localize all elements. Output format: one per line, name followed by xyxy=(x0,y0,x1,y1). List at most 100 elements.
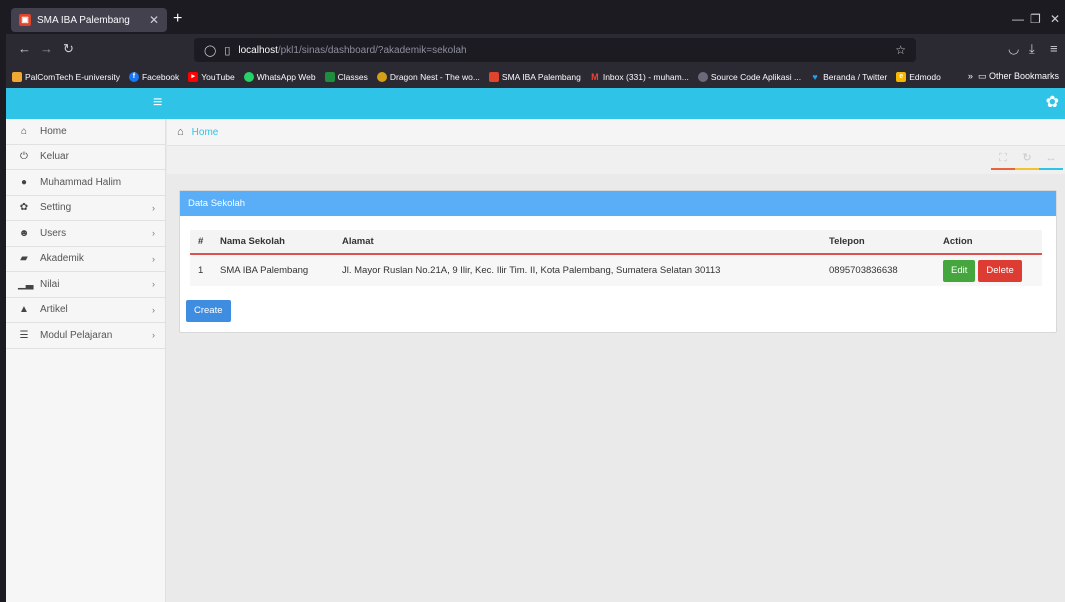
cell-nama-sekolah: SMA IBA Palembang xyxy=(212,254,334,286)
bookmark-item[interactable]: SMA IBA Palembang xyxy=(488,72,581,82)
sidebar-item-home[interactable]: ⌂ Home xyxy=(6,119,165,145)
create-button[interactable]: Create xyxy=(186,300,231,322)
list-icon: ☰ xyxy=(19,329,29,341)
bookmark-item[interactable]: e Edmodo xyxy=(896,72,941,82)
source-code-icon xyxy=(697,72,708,82)
window-close-icon[interactable]: ✕ xyxy=(1050,12,1060,26)
bookmark-item[interactable]: Dragon Nest - The wo... xyxy=(376,72,480,82)
chevron-right-icon: › xyxy=(152,228,155,238)
sidebar-item-akademik[interactable]: ▰ Akademik › xyxy=(6,247,165,272)
cell-telepon: 0895703836638 xyxy=(821,254,935,286)
cell-alamat: Jl. Mayor Ruslan No.21A, 9 Ilir, Kec. Il… xyxy=(334,254,821,286)
twitter-icon: ♥ xyxy=(812,72,818,82)
sma-iba-favicon-icon: ▣ xyxy=(19,14,31,26)
breadcrumb: ⌂ Home xyxy=(167,119,1065,146)
sidebar-item-users[interactable]: ☻ Users › xyxy=(6,221,165,247)
reload-icon[interactable]: ↻ xyxy=(63,42,74,56)
thumbs-up-icon: ▲ xyxy=(19,304,29,316)
sidebar-item-modul-pelajaran[interactable]: ☰ Modul Pelajaran › xyxy=(6,323,165,349)
data-sekolah-panel: Data Sekolah # Nama Sekolah Alamat Telep… xyxy=(179,190,1057,333)
delete-button[interactable]: Delete xyxy=(978,259,1022,282)
tab-close-icon[interactable]: ✕ xyxy=(149,13,159,27)
chevron-right-icon: › xyxy=(152,202,155,213)
new-tab-button[interactable]: + xyxy=(173,11,182,27)
sidebar-item-setting[interactable]: ✿ Setting › xyxy=(6,196,165,221)
youtube-icon: ▸ xyxy=(188,72,199,82)
page-subheader: ⛶ ↻ ↔ xyxy=(167,146,1065,174)
page-icon: ▯ xyxy=(224,44,231,57)
bookmark-item[interactable]: f Facebook xyxy=(128,72,179,82)
web-page: ≡ ✿ ⌂ Home ⏻ Keluar ● Muhammad Halim ✿ Setti… xyxy=(6,88,1065,602)
chevron-right-icon: › xyxy=(152,304,155,315)
minimize-icon[interactable]: — xyxy=(1012,12,1024,26)
bookmark-item[interactable]: Classes xyxy=(324,72,368,82)
pocket-icon[interactable]: ◡ xyxy=(1008,42,1019,56)
signal-icon: ▁▃ xyxy=(18,278,34,290)
gmail-icon: M xyxy=(591,72,599,82)
sidebar-item-artikel[interactable]: ▲ Artikel › xyxy=(6,298,165,323)
nav-bar: ← → ↻ ◯ ▯ localhost/pkl1/sinas/dashboard… xyxy=(6,34,1065,66)
sidebar-item-keluar[interactable]: ⏻ Keluar xyxy=(6,145,165,170)
panel-title: Data Sekolah xyxy=(180,191,1056,216)
column-header: Nama Sekolah xyxy=(212,230,334,255)
bookmark-item[interactable]: PalComTech E-university xyxy=(12,72,120,82)
bookmark-item[interactable]: ▸ YouTube xyxy=(188,72,235,82)
facebook-icon: f xyxy=(128,72,139,82)
chevron-right-icon: › xyxy=(152,330,155,340)
shield-icon[interactable]: ◯ xyxy=(204,44,216,57)
cell-action: Edit Delete xyxy=(935,254,1042,286)
bookmark-item[interactable]: Source Code Aplikasi ... xyxy=(697,72,801,82)
sidebar-item-nilai[interactable]: ▁▃ Nilai › xyxy=(6,272,165,298)
edit-button[interactable]: Edit xyxy=(943,259,976,282)
sma-iba-icon xyxy=(488,72,499,82)
column-header: Telepon xyxy=(821,230,935,255)
user-icon: ● xyxy=(20,176,28,188)
dragon-nest-icon xyxy=(376,72,387,82)
bookmarks-bar: PalComTech E-university f Facebook ▸ YouTu… xyxy=(6,66,1065,88)
tab-title: SMA IBA Palembang xyxy=(37,14,130,26)
url-bar[interactable]: ◯ ▯ localhost/pkl1/sinas/dashboard/?akad… xyxy=(194,38,916,62)
home-icon: ⌂ xyxy=(20,125,28,137)
hamburger-menu-icon[interactable]: ≡ xyxy=(153,94,162,112)
whatsapp-icon xyxy=(243,72,254,82)
users-icon: ☻ xyxy=(18,227,30,239)
restore-icon[interactable]: ❐ xyxy=(1030,12,1041,26)
power-icon: ⏻ xyxy=(20,151,28,163)
cell-no: 1 xyxy=(190,254,212,286)
table-header-row: # Nama Sekolah Alamat Telepon Action xyxy=(190,230,1042,255)
folder-icon: ▭ xyxy=(977,71,987,81)
download-icon[interactable]: ⤓ xyxy=(1029,42,1035,56)
bookmark-item[interactable]: WhatsApp Web xyxy=(243,72,316,82)
collapse-icon[interactable]: ↔ xyxy=(1039,152,1063,170)
app-topbar: ≡ ✿ xyxy=(6,88,1065,119)
column-header: Action xyxy=(935,230,1042,255)
sekolah-table: # Nama Sekolah Alamat Telepon Action 1 S… xyxy=(190,230,1042,286)
breadcrumb-home-link[interactable]: Home xyxy=(192,127,219,138)
fullscreen-icon[interactable]: ⛶ xyxy=(991,152,1015,170)
settings-gear-icon[interactable]: ✿ xyxy=(1046,94,1059,112)
refresh-icon[interactable]: ↻ xyxy=(1015,152,1039,170)
tab-strip: ▣ SMA IBA Palembang ✕ + — ❐ ✕ xyxy=(6,6,1065,34)
bookmark-item[interactable]: M Inbox (331) - muham... xyxy=(590,72,689,82)
chevron-right-icon: › xyxy=(152,253,155,264)
home-icon: ⌂ xyxy=(177,126,184,138)
back-icon[interactable]: ← xyxy=(18,42,31,56)
edmodo-icon: e xyxy=(896,72,907,82)
browser-tab[interactable]: ▣ SMA IBA Palembang ✕ xyxy=(11,8,167,32)
column-header: Alamat xyxy=(334,230,821,255)
url-text: localhost/pkl1/sinas/dashboard/?akademik… xyxy=(238,44,467,56)
bookmark-item[interactable]: ♥ Beranda / Twitter xyxy=(810,72,887,82)
browser-window: ▣ SMA IBA Palembang ✕ + — ❐ ✕ ← → ↻ ◯ ▯ … xyxy=(6,6,1065,602)
table-row: 1 SMA IBA Palembang Jl. Mayor Ruslan No.… xyxy=(190,254,1042,286)
gear-icon: ✿ xyxy=(19,202,29,214)
palcomtech-icon xyxy=(12,72,22,82)
column-header: # xyxy=(190,230,212,255)
chevron-right-icon: › xyxy=(152,279,155,289)
menu-icon[interactable]: ≡ xyxy=(1050,42,1058,56)
sidebar-item-user[interactable]: ● Muhammad Halim xyxy=(6,170,165,196)
bookmark-star-icon[interactable]: ☆ xyxy=(895,43,906,57)
book-icon: ▰ xyxy=(20,253,28,265)
sidebar: ⌂ Home ⏻ Keluar ● Muhammad Halim ✿ Setting › … xyxy=(6,119,166,602)
forward-icon[interactable]: → xyxy=(40,42,53,56)
other-bookmarks[interactable]: » ▭ Other Bookmarks xyxy=(968,71,1059,82)
